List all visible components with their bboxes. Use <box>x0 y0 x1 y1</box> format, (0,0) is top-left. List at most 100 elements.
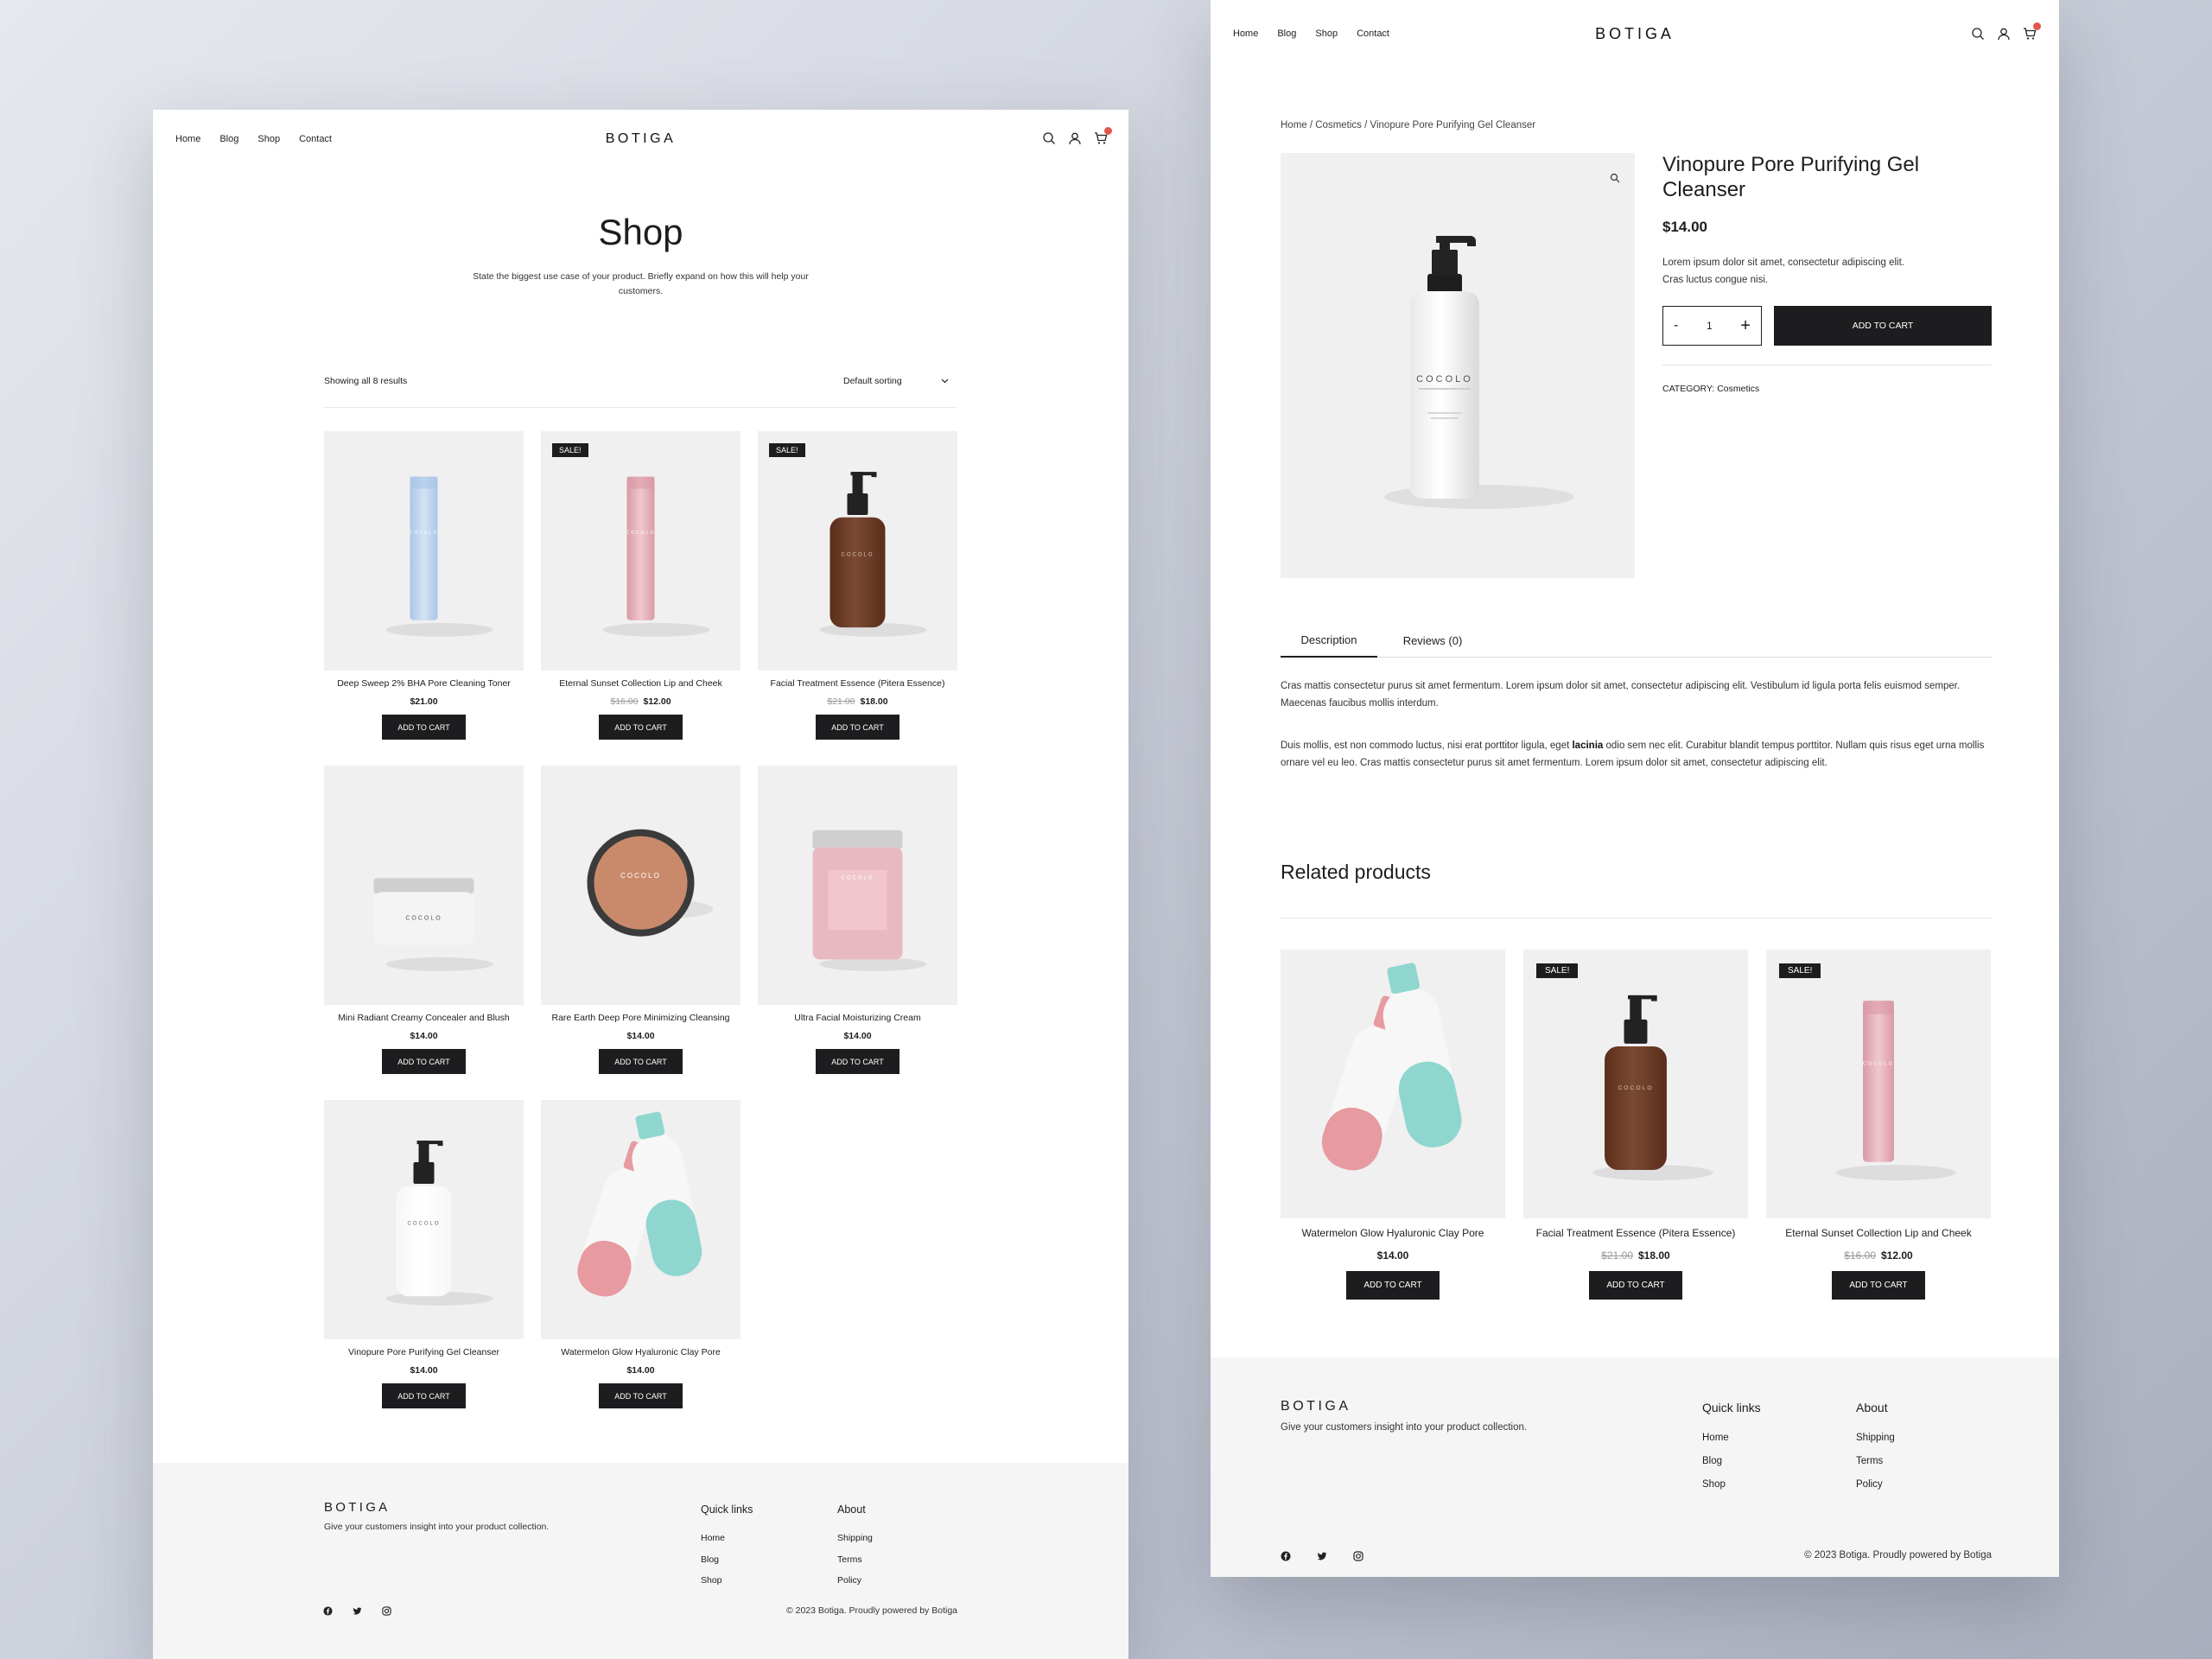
product-name[interactable]: Watermelon Glow Hyaluronic Clay Pore <box>541 1347 741 1357</box>
product-image[interactable]: COCOLO <box>541 766 741 1005</box>
cart-button[interactable] <box>1094 127 1112 145</box>
product-name[interactable]: Facial Treatment Essence (Pitera Essence… <box>758 678 957 689</box>
instagram-icon[interactable] <box>1353 1551 1363 1561</box>
add-to-cart-button[interactable]: ADD TO CART <box>382 1383 466 1408</box>
brand-logo[interactable]: BOTIGA <box>606 131 677 147</box>
add-to-cart-button[interactable]: ADD TO CART <box>1774 306 1992 346</box>
product-image[interactable]: COCOLO SALE! <box>758 431 957 671</box>
product-card[interactable]: Watermelon Glow Hyaluronic Clay Pore $14… <box>541 1100 741 1408</box>
qty-increase-button[interactable]: + <box>1740 316 1751 336</box>
product-card[interactable]: COCOLO SALE! Eternal Sunset Collection L… <box>1766 950 1991 1300</box>
nav-contact[interactable]: Contact <box>299 134 332 144</box>
footer-link-blog[interactable]: Blog <box>1702 1450 1729 1473</box>
nav-contact[interactable]: Contact <box>1357 29 1389 39</box>
social-links <box>1281 1551 1363 1561</box>
product-card[interactable]: COCOLO Vinopure Pore Purifying Gel Clean… <box>324 1100 524 1408</box>
product-name[interactable]: Eternal Sunset Collection Lip and Cheek <box>541 678 741 689</box>
qty-value[interactable]: 1 <box>1707 320 1713 332</box>
related-products-title: Related products <box>1281 861 1431 883</box>
nav-blog[interactable]: Blog <box>219 134 238 144</box>
product-card[interactable]: COCOLO SALE! Facial Treatment Essence (P… <box>1523 950 1748 1300</box>
add-to-cart-button[interactable]: ADD TO CART <box>599 1383 683 1408</box>
footer-link-policy[interactable]: Policy <box>837 1570 873 1592</box>
product-main-image[interactable]: COCOLO <box>1281 153 1635 578</box>
add-to-cart-button[interactable]: ADD TO CART <box>816 1049 899 1074</box>
add-to-cart-button[interactable]: ADD TO CART <box>1346 1271 1440 1300</box>
product-image[interactable]: COCOLO SALE! <box>1523 950 1748 1218</box>
product-name[interactable]: Watermelon Glow Hyaluronic Clay Pore <box>1281 1227 1505 1239</box>
brand-logo[interactable]: BOTIGA <box>1595 25 1675 43</box>
add-to-cart-button[interactable]: ADD TO CART <box>382 1049 466 1074</box>
add-to-cart-button[interactable]: ADD TO CART <box>599 715 683 740</box>
product-image[interactable]: COCOLO <box>324 1100 524 1339</box>
breadcrumb[interactable]: Home / Cosmetics / Vinopure Pore Purifyi… <box>1281 120 1535 130</box>
add-to-cart-button[interactable]: ADD TO CART <box>1589 1271 1682 1300</box>
product-card[interactable]: COCOLO Ultra Facial Moisturizing Cream $… <box>758 766 957 1074</box>
product-card[interactable]: COCOLO Deep Sweep 2% BHA Pore Cleaning T… <box>324 431 524 740</box>
footer-link-shipping[interactable]: Shipping <box>1856 1427 1895 1450</box>
qty-decrease-button[interactable]: - <box>1674 318 1678 334</box>
add-to-cart-button[interactable]: ADD TO CART <box>382 715 466 740</box>
zoom-icon[interactable] <box>1610 173 1620 183</box>
tab-description[interactable]: Description <box>1281 623 1377 658</box>
nav-home[interactable]: Home <box>1233 29 1258 39</box>
product-name[interactable]: Eternal Sunset Collection Lip and Cheek <box>1766 1227 1991 1239</box>
search-icon[interactable] <box>1042 131 1056 145</box>
copper-tin-illustration: COCOLO <box>587 829 714 937</box>
product-name[interactable]: Mini Radiant Creamy Concealer and Blush <box>324 1013 524 1023</box>
search-icon[interactable] <box>1971 27 1985 41</box>
product-card[interactable]: COCOLO Rare Earth Deep Pore Minimizing C… <box>541 766 741 1074</box>
footer-link-blog[interactable]: Blog <box>701 1549 725 1571</box>
product-image[interactable]: COCOLO SALE! <box>1766 950 1991 1218</box>
nav-blog[interactable]: Blog <box>1277 29 1296 39</box>
sort-select[interactable]: Default sorting <box>843 372 954 390</box>
nav-shop[interactable]: Shop <box>257 134 280 144</box>
footer-link-shop[interactable]: Shop <box>701 1570 725 1592</box>
instagram-icon[interactable] <box>382 1606 391 1616</box>
product-card[interactable]: COCOLO SALE! Eternal Sunset Collection L… <box>541 431 741 740</box>
facebook-icon[interactable] <box>1281 1551 1291 1561</box>
nav-home[interactable]: Home <box>175 134 200 144</box>
footer-link-policy[interactable]: Policy <box>1856 1473 1895 1497</box>
twitter-icon[interactable] <box>353 1606 362 1616</box>
footer-link-shipping[interactable]: Shipping <box>837 1528 873 1549</box>
add-to-cart-button[interactable]: ADD TO CART <box>816 715 899 740</box>
footer-link-home[interactable]: Home <box>701 1528 725 1549</box>
category-link[interactable]: Cosmetics <box>1717 384 1759 394</box>
product-name[interactable]: Ultra Facial Moisturizing Cream <box>758 1013 957 1023</box>
add-to-cart-button[interactable]: ADD TO CART <box>599 1049 683 1074</box>
product-image[interactable]: COCOLO SALE! <box>541 431 741 671</box>
product-image[interactable] <box>1281 950 1505 1218</box>
product-image[interactable]: COCOLO <box>324 431 524 671</box>
product-image[interactable] <box>541 1100 741 1339</box>
footer-link-shop[interactable]: Shop <box>1702 1473 1729 1497</box>
footer-link-terms[interactable]: Terms <box>837 1549 873 1571</box>
product-name[interactable]: Rare Earth Deep Pore Minimizing Cleansin… <box>541 1013 741 1023</box>
product-name[interactable]: Facial Treatment Essence (Pitera Essence… <box>1523 1227 1748 1239</box>
product-image[interactable]: COCOLO <box>758 766 957 1005</box>
nav-shop[interactable]: Shop <box>1315 29 1338 39</box>
tab-reviews[interactable]: Reviews (0) <box>1377 623 1488 658</box>
footer-link-terms[interactable]: Terms <box>1856 1450 1895 1473</box>
footer-about-links: Shipping Terms Policy <box>1856 1427 1895 1497</box>
product-card[interactable]: Watermelon Glow Hyaluronic Clay Pore $14… <box>1281 950 1505 1300</box>
product-header: Home Blog Shop Contact BOTIGA <box>1211 0 2059 69</box>
facebook-icon[interactable] <box>323 1606 333 1616</box>
product-name[interactable]: Deep Sweep 2% BHA Pore Cleaning Toner <box>324 678 524 689</box>
user-icon[interactable] <box>1068 131 1082 145</box>
user-icon[interactable] <box>1997 27 2011 41</box>
product-name[interactable]: Vinopure Pore Purifying Gel Cleanser <box>324 1347 524 1357</box>
twitter-icon[interactable] <box>1317 1551 1327 1561</box>
product-price: $14.00 <box>1662 219 1707 235</box>
product-card[interactable]: COCOLO Mini Radiant Creamy Concealer and… <box>324 766 524 1074</box>
amber-pump-illustration: COCOLO <box>1592 995 1713 1181</box>
product-old-price: $16.00 <box>610 696 639 707</box>
product-card[interactable]: COCOLO SALE! Facial Treatment Essence (P… <box>758 431 957 740</box>
footer-logo[interactable]: BOTIGA <box>324 1500 390 1515</box>
product-image[interactable]: COCOLO <box>324 766 524 1005</box>
cart-button[interactable] <box>2023 22 2041 41</box>
add-to-cart-button[interactable]: ADD TO CART <box>1832 1271 1925 1300</box>
footer-logo[interactable]: BOTIGA <box>1281 1399 1351 1414</box>
product-current-price: $18.00 <box>1638 1249 1670 1262</box>
footer-link-home[interactable]: Home <box>1702 1427 1729 1450</box>
